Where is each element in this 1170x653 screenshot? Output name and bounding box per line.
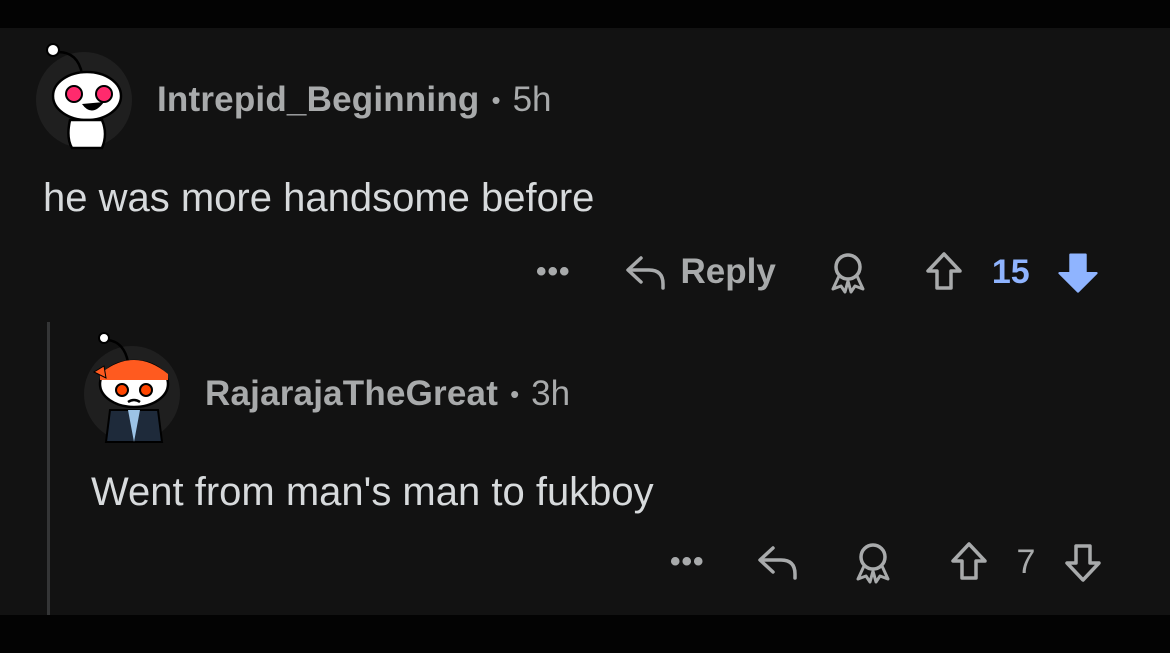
bottom-divider (0, 615, 1170, 653)
thread-line[interactable] (47, 322, 50, 615)
comment-meta: RajarajaTheGreat • 3h (205, 374, 570, 414)
username[interactable]: Intrepid_Beginning (157, 80, 479, 120)
top-divider (0, 0, 1170, 28)
comment-body: he was more handsome before (43, 176, 595, 220)
username[interactable]: RajarajaTheGreat (205, 374, 498, 414)
downvote-arrow-icon (1065, 544, 1102, 582)
meta-separator: • (510, 378, 520, 409)
timestamp[interactable]: 3h (531, 374, 570, 414)
award-button[interactable] (851, 540, 895, 584)
more-options-button[interactable]: ••• (670, 545, 705, 579)
more-options-button[interactable]: ••• (536, 255, 571, 289)
snoo-avatar-icon (92, 332, 170, 443)
reply-arrow-icon (625, 256, 665, 290)
upvote-button[interactable] (947, 540, 991, 584)
reply-button[interactable]: Reply (623, 252, 776, 292)
comment-meta: Intrepid_Beginning • 5h (157, 80, 552, 120)
reply-button[interactable] (755, 542, 801, 582)
downvote-arrow-icon (1058, 253, 1098, 293)
vote-score: 7 (1016, 542, 1036, 581)
comment-actions: ••• 7 (670, 540, 1105, 584)
timestamp[interactable]: 5h (513, 80, 552, 120)
downvote-button[interactable] (1061, 540, 1105, 584)
comment-actions: ••• Reply 15 (536, 248, 1102, 296)
award-icon (856, 543, 890, 584)
award-icon (831, 253, 865, 294)
downvote-button[interactable] (1054, 248, 1102, 296)
user-avatar[interactable] (84, 332, 180, 443)
snoo-avatar-icon (46, 43, 123, 150)
upvote-button[interactable] (922, 250, 966, 294)
reply-arrow-icon (757, 546, 797, 580)
upvote-arrow-icon (950, 542, 987, 580)
reply-label: Reply (680, 252, 776, 291)
comment-body: Went from man's man to fukboy (91, 470, 654, 514)
upvote-arrow-icon (926, 252, 962, 290)
meta-separator: • (491, 84, 501, 115)
user-avatar[interactable] (36, 43, 132, 150)
award-button[interactable] (826, 250, 870, 294)
vote-score: 15 (991, 252, 1030, 291)
